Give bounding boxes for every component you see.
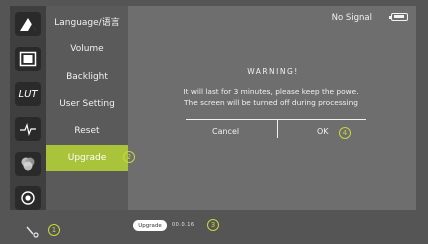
menu-item-volume[interactable]: Volume (46, 36, 128, 62)
frame-icon[interactable] (15, 47, 41, 71)
battery-icon (389, 13, 408, 21)
ok-button[interactable]: OK (317, 127, 329, 136)
pen-icon (26, 226, 39, 238)
cancel-button[interactable]: Cancel (212, 127, 239, 136)
menu-item-language[interactable]: Language/语言 (46, 8, 128, 34)
monitor-screen: LUT Language/语言 Volume Backlight User Se… (10, 6, 416, 210)
menu-item-reset[interactable]: Reset (46, 118, 128, 144)
dialog-separator (186, 119, 366, 120)
annotation-badge-3: 3 (207, 219, 219, 231)
icon-rail: LUT (10, 6, 46, 210)
annotation-badge-4: 4 (339, 127, 351, 139)
logo-icon[interactable] (15, 12, 41, 36)
waveform-icon[interactable] (15, 117, 41, 141)
annotation-badge-2: 2 (123, 151, 135, 163)
dialog-message-line2: The screen will be turned off during pro… (184, 98, 358, 107)
lut-icon[interactable]: LUT (15, 82, 41, 106)
signal-status: No Signal (331, 13, 372, 23)
upgrade-button[interactable]: Upgrade (133, 220, 167, 231)
firmware-version: 00.0.16 (172, 222, 195, 228)
dialog-title: WARNING! (247, 67, 299, 76)
dialog-button-divider (277, 120, 278, 138)
device-frame: LUT Language/语言 Volume Backlight User Se… (0, 0, 428, 244)
menu-item-upgrade[interactable]: Upgrade (46, 145, 128, 171)
menu-item-user-setting[interactable]: User Setting (46, 91, 128, 117)
color-circles-icon[interactable] (15, 152, 41, 176)
annotation-badge-1: 1 (48, 224, 60, 236)
dialog-message-line1: It will last for 3 minutes, please keep … (183, 87, 359, 96)
record-icon[interactable] (15, 186, 41, 210)
menu-item-backlight[interactable]: Backlight (46, 64, 128, 90)
settings-menu: Language/语言 Volume Backlight User Settin… (46, 6, 128, 210)
